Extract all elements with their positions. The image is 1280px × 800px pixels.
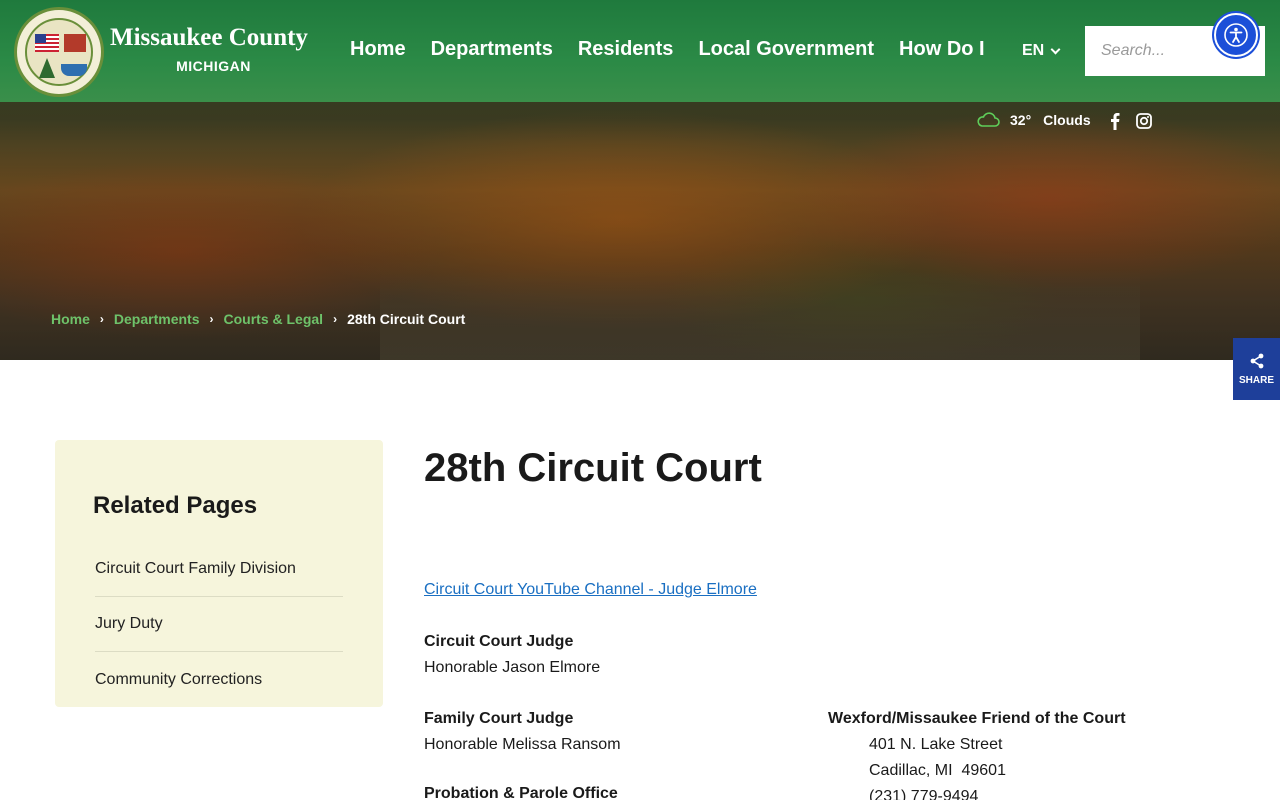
sidebar-title: Related Pages — [93, 492, 258, 519]
site-title[interactable]: Missaukee County — [110, 24, 308, 52]
boat-icon — [61, 64, 87, 76]
facebook-icon[interactable] — [1110, 112, 1120, 130]
chevron-right-icon: › — [333, 312, 338, 326]
flag-icon — [35, 34, 59, 52]
tree-icon — [39, 58, 55, 78]
share-icon — [1250, 353, 1263, 368]
probation-label: Probation & Parole Office — [424, 785, 618, 800]
weather-widget: 32° Clouds — [976, 112, 1091, 128]
friend-of-court-block: Wexford/Missaukee Friend of the Court 40… — [828, 706, 1126, 800]
page-title: 28th Circuit Court — [424, 446, 762, 490]
accessibility-icon — [1224, 23, 1248, 47]
sidebar-item-circuit-court-family-division[interactable]: Circuit Court Family Division — [95, 542, 343, 597]
main-nav: Home Departments Residents Local Governm… — [350, 38, 985, 64]
nav-residents[interactable]: Residents — [578, 38, 674, 64]
circuit-judge-block: Circuit Court Judge Honorable Jason Elmo… — [424, 629, 600, 681]
county-seal-logo[interactable] — [14, 7, 104, 97]
cloud-icon — [977, 112, 1000, 127]
barn-icon — [64, 34, 86, 52]
social-links — [1110, 112, 1152, 130]
nav-departments[interactable]: Departments — [431, 38, 553, 64]
nav-local-government[interactable]: Local Government — [698, 38, 874, 64]
family-judge-name: Honorable Melissa Ransom — [424, 736, 621, 753]
chevron-right-icon: › — [99, 312, 104, 326]
breadcrumb-departments[interactable]: Departments — [114, 311, 200, 327]
seal-ring — [25, 18, 93, 86]
accessibility-button[interactable] — [1214, 13, 1258, 57]
share-label: SHARE — [1238, 374, 1274, 386]
friend-of-court-phone: (231) 779-9494 — [869, 788, 979, 800]
sidebar-item-jury-duty[interactable]: Jury Duty — [95, 597, 343, 652]
site-header: Missaukee County MICHIGAN Home Departmen… — [0, 0, 1280, 102]
friend-of-court-label: Wexford/Missaukee Friend of the Court — [828, 710, 1126, 727]
site-subtitle: MICHIGAN — [176, 58, 251, 74]
chevron-down-icon — [1050, 44, 1061, 54]
nav-how-do-i[interactable]: How Do I — [899, 38, 985, 64]
chevron-right-icon: › — [209, 312, 214, 326]
breadcrumb-current: 28th Circuit Court — [347, 311, 466, 327]
instagram-icon[interactable] — [1136, 113, 1152, 129]
circuit-judge-name: Honorable Jason Elmore — [424, 659, 601, 676]
breadcrumb-home[interactable]: Home — [51, 311, 90, 327]
friend-of-court-address2: Cadillac, MI 49601 — [869, 762, 1006, 779]
friend-of-court-address1: 401 N. Lake Street — [869, 736, 1003, 753]
circuit-judge-label: Circuit Court Judge — [424, 633, 574, 650]
family-judge-block: Family Court Judge Honorable Melissa Ran… — [424, 706, 621, 758]
family-judge-label: Family Court Judge — [424, 710, 574, 727]
language-label: EN — [1022, 42, 1045, 59]
nav-home[interactable]: Home — [350, 38, 406, 64]
language-selector[interactable]: EN — [1022, 42, 1061, 60]
weather-condition: Clouds — [1043, 112, 1091, 128]
breadcrumb: Home › Departments › Courts & Legal › 28… — [51, 311, 465, 327]
breadcrumb-courts-legal[interactable]: Courts & Legal — [224, 311, 324, 327]
share-button[interactable]: SHARE — [1233, 338, 1280, 400]
weather-temperature: 32° — [1010, 112, 1032, 128]
sidebar-item-community-corrections[interactable]: Community Corrections — [95, 652, 343, 707]
youtube-channel-link[interactable]: Circuit Court YouTube Channel - Judge El… — [424, 581, 757, 599]
related-pages-list: Circuit Court Family Division Jury Duty … — [95, 542, 343, 707]
probation-block: Probation & Parole Office — [424, 781, 618, 800]
related-pages-sidebar: Related Pages Circuit Court Family Divis… — [55, 440, 383, 707]
